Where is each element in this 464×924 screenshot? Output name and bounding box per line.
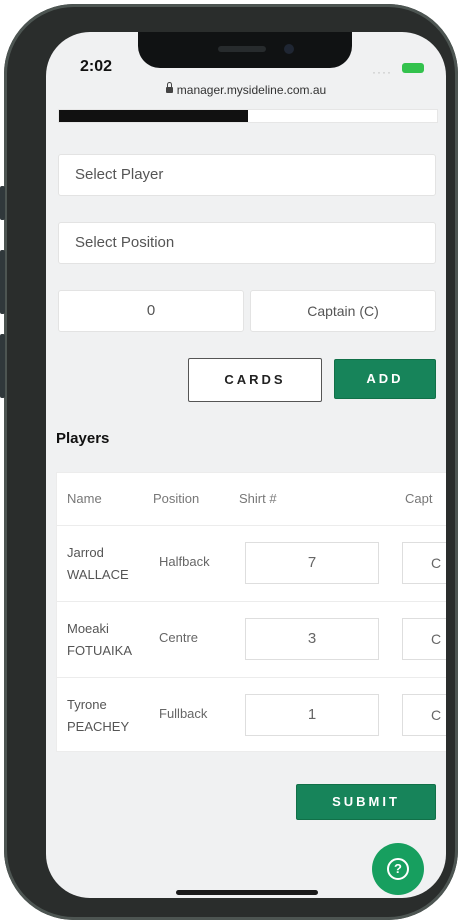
- player-first-name: Moeaki: [67, 621, 109, 636]
- table-row: Moeaki FOTUAIKA Centre 3 C: [57, 601, 446, 678]
- address-bar[interactable]: manager.mysideline.com.au: [46, 81, 446, 97]
- shirt-number-input[interactable]: 0: [58, 290, 244, 332]
- progress-fill: [59, 110, 248, 122]
- players-table: Name Position Shirt # Capt Jarrod WALLAC…: [56, 472, 446, 752]
- silent-switch: [0, 186, 5, 220]
- captain-dropdown[interactable]: Captain (C): [250, 290, 436, 332]
- shirt-number-field[interactable]: 1: [245, 694, 379, 736]
- help-button[interactable]: ?: [372, 843, 424, 895]
- speaker: [218, 46, 266, 52]
- shirt-number-field[interactable]: 7: [245, 542, 379, 584]
- question-icon: ?: [387, 858, 409, 880]
- lock-icon: [165, 81, 173, 93]
- url-text: manager.mysideline.com.au: [176, 83, 327, 97]
- screen: 2:02 ···· manager.mysideline.com.au Sele…: [46, 32, 446, 898]
- captain-field[interactable]: C: [402, 618, 446, 660]
- shirt-number-field[interactable]: 3: [245, 618, 379, 660]
- table-row: Jarrod WALLACE Halfback 7 C: [57, 525, 446, 602]
- home-indicator[interactable]: [176, 890, 318, 895]
- captain-field[interactable]: C: [402, 542, 446, 584]
- status-time: 2:02: [80, 58, 113, 75]
- player-position: Halfback: [159, 554, 210, 569]
- table-row: Tyrone PEACHEY Fullback 1 C: [57, 677, 446, 754]
- player-first-name: Tyrone: [67, 697, 107, 712]
- submit-button[interactable]: SUBMIT: [296, 784, 436, 820]
- player-position: Fullback: [159, 706, 208, 721]
- select-position-placeholder: Select Position: [75, 234, 175, 251]
- player-last-name: FOTUAIKA: [67, 643, 133, 658]
- camera: [284, 44, 294, 54]
- select-player-dropdown[interactable]: Select Player: [58, 154, 436, 196]
- captain-option: Captain (C): [307, 303, 379, 319]
- column-header-capt: Capt: [405, 491, 433, 506]
- signal-icon: ····: [372, 65, 392, 79]
- captain-field[interactable]: C: [402, 694, 446, 736]
- phone-frame: 2:02 ···· manager.mysideline.com.au Sele…: [0, 4, 458, 920]
- add-button[interactable]: ADD: [334, 359, 436, 399]
- column-header-shirt: Shirt #: [239, 491, 277, 506]
- select-player-placeholder: Select Player: [75, 166, 164, 183]
- cards-button[interactable]: CARDS: [188, 358, 322, 402]
- select-position-dropdown[interactable]: Select Position: [58, 222, 436, 264]
- player-position: Centre: [159, 630, 199, 645]
- player-name: Jarrod WALLACE: [67, 542, 129, 586]
- player-name: Moeaki FOTUAIKA: [67, 618, 132, 662]
- notch: [138, 32, 352, 68]
- volume-down-button: [0, 334, 5, 398]
- player-last-name: WALLACE: [67, 567, 129, 582]
- player-last-name: PEACHEY: [67, 719, 130, 734]
- player-first-name: Jarrod: [67, 545, 104, 560]
- column-header-position: Position: [153, 491, 200, 506]
- column-header-name: Name: [67, 491, 102, 506]
- shirt-number-value: 0: [146, 302, 156, 319]
- players-heading: Players: [56, 430, 110, 447]
- player-name: Tyrone PEACHEY: [67, 694, 129, 738]
- battery-icon: [402, 63, 424, 73]
- progress-bar: [58, 109, 438, 123]
- volume-up-button: [0, 250, 5, 314]
